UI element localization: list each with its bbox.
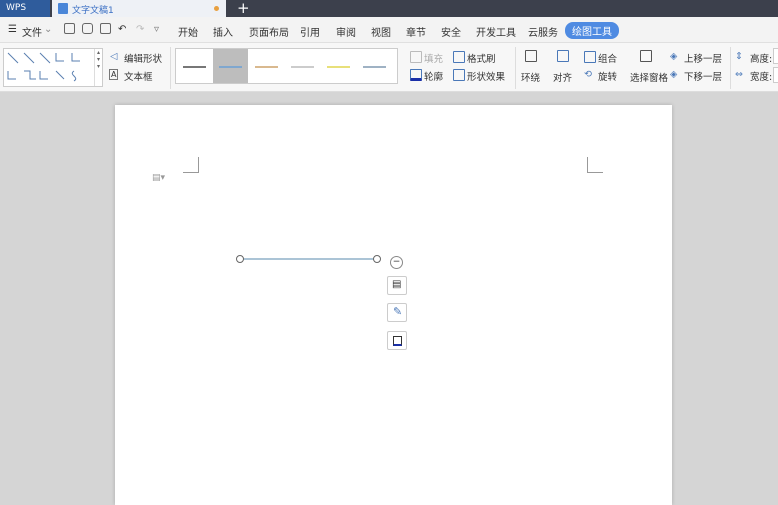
gallery-scroll[interactable]: ▴ ▾ ▾ (94, 49, 102, 86)
wrap-text-icon: ▤ (392, 279, 402, 290)
wrap-icon (525, 50, 537, 62)
divider (730, 47, 731, 89)
height-icon: ⇕ (735, 51, 743, 62)
divider (170, 47, 171, 89)
send-backward-icon: ◈ (670, 69, 678, 80)
menu-references[interactable]: 引用 (300, 24, 320, 39)
line-style-swatch[interactable] (177, 49, 212, 83)
bring-forward-icon: ◈ (670, 51, 678, 62)
height-label: 高度: (750, 54, 773, 65)
collapse-icon[interactable]: − (390, 256, 403, 269)
margin-corner (587, 157, 603, 173)
save-icon[interactable] (64, 23, 75, 34)
width-label: 宽度: (750, 72, 773, 83)
menu-bar: ☰ 文件 ⌄ ↶ ↷ ▿ 开始 插入 页面布局 引用 审阅 视图 章节 安全 开… (0, 17, 778, 43)
format-painter-icon (453, 51, 465, 63)
shape-effects-icon (453, 69, 465, 81)
selection-pane-button[interactable]: 选择窗格 (630, 70, 668, 84)
shape-style-button[interactable]: ✎ (387, 303, 407, 322)
shape-effects-button[interactable]: 形状效果 (467, 69, 505, 83)
outline-button[interactable]: 轮廓 (424, 69, 443, 83)
shape-gallery[interactable]: ▴ ▾ ▾ (3, 48, 103, 87)
rotate-button[interactable]: 旋转 (598, 69, 617, 83)
paragraph-menu-icon[interactable]: ▤▾ (152, 173, 165, 183)
divider (515, 47, 516, 89)
bring-forward-button[interactable]: 上移一层 (684, 51, 722, 65)
send-backward-button[interactable]: 下移一层 (684, 69, 722, 83)
resize-handle[interactable] (236, 255, 244, 263)
menu-page-layout[interactable]: 页面布局 (249, 24, 289, 39)
menu-developer[interactable]: 开发工具 (476, 24, 516, 39)
undo-icon[interactable]: ↶ (118, 24, 126, 35)
width-input[interactable] (773, 67, 778, 83)
line-shape[interactable] (230, 250, 390, 270)
menu-insert[interactable]: 插入 (213, 24, 233, 39)
tab-wps[interactable]: WPS (0, 0, 50, 17)
rotate-icon: ⟲ (584, 69, 592, 80)
menu-file[interactable]: 文件 (22, 24, 42, 39)
print-icon[interactable] (82, 23, 93, 34)
customize-icon[interactable]: ▿ (154, 24, 159, 35)
line-style-swatch[interactable] (321, 49, 356, 83)
unsaved-dot-icon (214, 6, 219, 11)
resize-handle[interactable] (373, 255, 381, 263)
fill-icon (410, 51, 422, 63)
line-style-swatch[interactable] (285, 49, 320, 83)
print-preview-icon[interactable] (100, 23, 111, 34)
text-box-icon: A (109, 69, 119, 80)
format-painter-button[interactable]: 格式刷 (467, 51, 496, 65)
connector-shapes-icon (7, 52, 80, 82)
title-tab-bar: WPS 文字文稿1 + (0, 0, 778, 17)
outline-style-button[interactable] (387, 331, 407, 350)
line-style-swatch[interactable] (249, 49, 284, 83)
outline-icon (410, 69, 422, 81)
line-style-gallery[interactable] (175, 48, 398, 84)
margin-corner (183, 157, 199, 173)
layout-options-button[interactable]: ▤ (387, 276, 407, 295)
width-icon: ⇔ (735, 69, 743, 80)
hamburger-icon[interactable]: ☰ (8, 24, 17, 35)
ribbon: ▴ ▾ ▾ ◁ 编辑形状 A 文本框 填充 格式刷 轮廓 形状效果 环绕 对齐 组合… (0, 43, 778, 92)
edit-shape-button[interactable]: 编辑形状 (124, 51, 162, 65)
outline-icon (393, 336, 402, 346)
text-box-button[interactable]: 文本框 (124, 69, 153, 83)
align-button[interactable]: 对齐 (553, 70, 572, 84)
menu-drawing-tools[interactable]: 绘图工具 (565, 22, 619, 39)
document-icon (58, 3, 68, 14)
menu-home[interactable]: 开始 (178, 24, 198, 39)
edit-shape-icon: ◁ (110, 51, 118, 62)
fill-button[interactable]: 填充 (424, 51, 443, 65)
menu-section[interactable]: 章节 (406, 24, 426, 39)
menu-cloud[interactable]: 云服务 (528, 24, 558, 39)
wrap-button[interactable]: 环绕 (521, 70, 540, 84)
menu-view[interactable]: 视图 (371, 24, 391, 39)
menu-security[interactable]: 安全 (441, 24, 461, 39)
selection-pane-icon (640, 50, 652, 62)
line-style-swatch[interactable] (357, 49, 392, 83)
tab-document[interactable]: 文字文稿1 (52, 0, 226, 17)
menu-review[interactable]: 审阅 (336, 24, 356, 39)
group-icon (584, 51, 596, 63)
chevron-down-icon[interactable]: ⌄ (44, 24, 52, 35)
height-input[interactable] (773, 48, 778, 64)
pen-icon: ✎ (393, 305, 403, 318)
new-tab-button[interactable]: + (237, 0, 250, 17)
align-icon (557, 50, 569, 62)
tab-document-label: 文字文稿1 (72, 6, 114, 16)
line-style-swatch-selected[interactable] (213, 49, 248, 83)
group-button[interactable]: 组合 (598, 51, 617, 65)
redo-icon[interactable]: ↷ (136, 24, 144, 35)
